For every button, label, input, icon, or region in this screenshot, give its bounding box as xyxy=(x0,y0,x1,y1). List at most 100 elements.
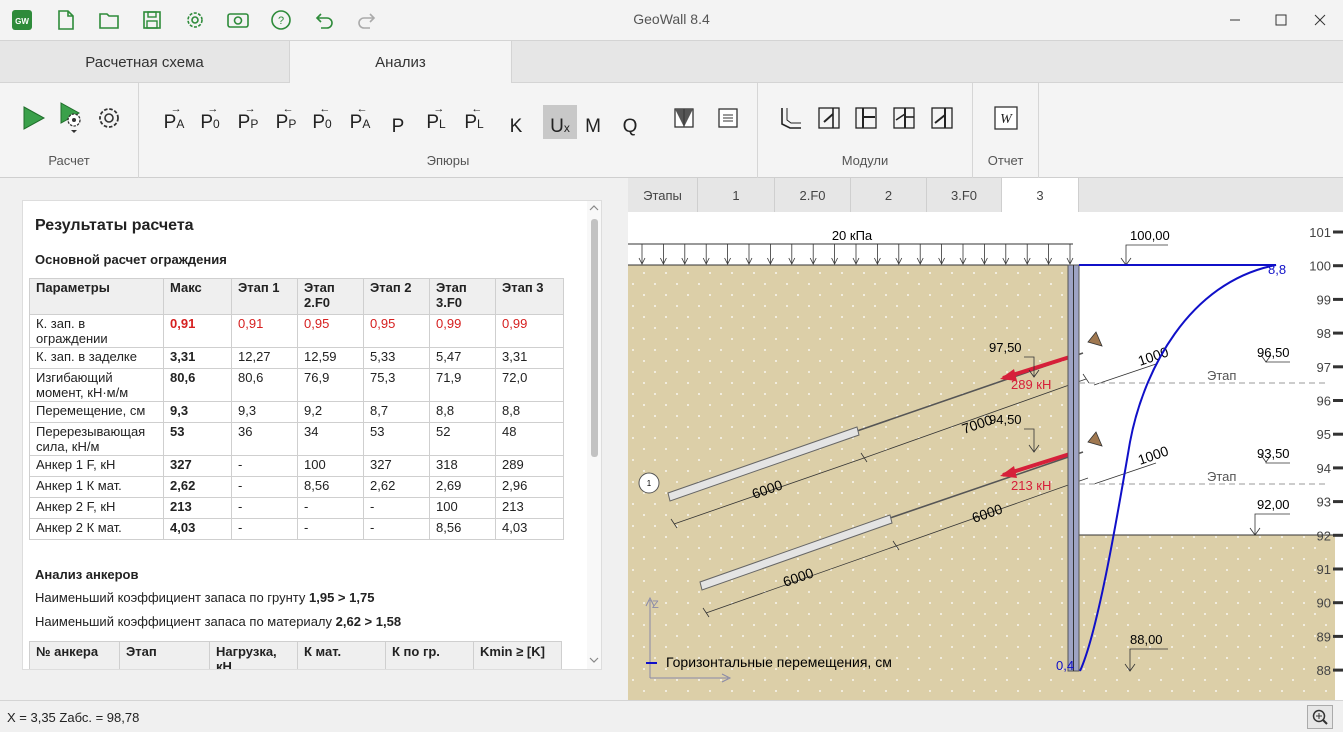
row-value: 72,0 xyxy=(495,368,564,402)
diagram-button-8[interactable]: → PL xyxy=(419,101,453,135)
drawing-panel: Этапы 1 2.F0 2 3.F0 3 20 кПа 1000 7000 6… xyxy=(628,178,1343,700)
diagram-button-5[interactable]: ← P0 xyxy=(305,101,339,135)
module-4-icon[interactable] xyxy=(887,101,921,135)
diagram-letter: P xyxy=(200,112,213,133)
module-1-icon[interactable] xyxy=(774,101,808,135)
module-5-icon[interactable] xyxy=(925,101,959,135)
ribbon-group-calc: Расчет xyxy=(0,83,139,178)
app-logo-icon: GW xyxy=(10,8,34,32)
diagram-subscript: 0 xyxy=(325,117,332,131)
diagram-list-icon[interactable] xyxy=(711,101,745,135)
tab-stage-1[interactable]: 1 xyxy=(698,178,775,212)
row-value: 4,03 xyxy=(163,518,232,540)
row-value: 0,99 xyxy=(495,314,564,348)
camera-icon[interactable] xyxy=(226,8,250,32)
row-parameter: Перерезывающая сила, кН/м xyxy=(29,422,164,456)
diagram-subscript: 0 xyxy=(213,117,220,131)
diagram-button-3[interactable]: → PP xyxy=(231,101,265,135)
diagram-subscript: A xyxy=(176,117,185,131)
module-2-icon[interactable] xyxy=(812,101,846,135)
diagram-layer-icon[interactable] xyxy=(667,101,701,135)
scale-label: 97 xyxy=(1317,360,1331,375)
diagram-button-glyph: ← P0 xyxy=(312,104,332,133)
diagram-button-12[interactable]: M xyxy=(576,105,610,139)
zoom-icon[interactable] xyxy=(1307,705,1333,729)
redo-icon[interactable] xyxy=(355,8,379,32)
row-value: 2,62 xyxy=(163,476,232,498)
minimize-icon[interactable] xyxy=(1212,0,1258,40)
row-parameter: К. зап. в ограждении xyxy=(29,314,164,348)
diagram-button-1[interactable]: → PA xyxy=(157,101,191,135)
help-icon[interactable]: ? xyxy=(269,8,293,32)
run-icon[interactable] xyxy=(16,101,50,135)
row-value: 0,99 xyxy=(429,314,496,348)
settings-icon[interactable] xyxy=(183,8,207,32)
word-report-icon[interactable]: W xyxy=(989,101,1023,135)
diagram-button-glyph: ← PL xyxy=(464,104,483,133)
report-scrollbar[interactable] xyxy=(587,201,601,669)
row-value: 5,47 xyxy=(429,347,496,369)
diagram-button-glyph: → P0 xyxy=(200,104,220,133)
tab-stage-2f0[interactable]: 2.F0 xyxy=(775,178,851,212)
scroll-down-icon[interactable] xyxy=(587,653,601,667)
diagram-button-11[interactable]: Ux xyxy=(543,105,577,139)
row-value: 0,95 xyxy=(297,314,364,348)
scrollbar-thumb[interactable] xyxy=(591,219,598,457)
material-factor-label: Наименьший коэффициент запаса по материа… xyxy=(35,614,336,629)
scale-label: 96 xyxy=(1317,394,1331,409)
run-with-options-icon[interactable] xyxy=(55,101,89,135)
ribbon-group-report: W Отчет xyxy=(973,83,1039,178)
diagram-button-6[interactable]: ← PA xyxy=(343,101,377,135)
row-value: 327 xyxy=(163,455,232,477)
module-3-icon[interactable] xyxy=(849,101,883,135)
row-value: 76,9 xyxy=(297,368,364,402)
results-report: Результаты расчета Основной расчет ограж… xyxy=(22,200,602,670)
row-value: 3,31 xyxy=(495,347,564,369)
diagram-letter: P xyxy=(275,112,289,133)
row-value: 4,03 xyxy=(495,518,564,540)
tab-analysis[interactable]: Анализ xyxy=(290,41,512,84)
diagram-button-13[interactable]: Q xyxy=(613,105,647,139)
diagram-button-10[interactable]: K xyxy=(499,105,533,139)
disp-top-value: 8,8 xyxy=(1268,262,1286,277)
level-label: 100,00 xyxy=(1130,228,1170,243)
diagram-button-7[interactable]: P xyxy=(381,105,415,139)
close-icon[interactable] xyxy=(1297,0,1343,40)
row-value: - xyxy=(363,518,430,540)
diagram-button-letter: Q xyxy=(623,117,638,136)
scale-label: 93 xyxy=(1317,495,1331,510)
row-value: 3,31 xyxy=(163,347,232,369)
diagram-letter: P xyxy=(163,112,177,133)
row-value: 34 xyxy=(297,422,364,456)
level-label: 93,50 xyxy=(1257,446,1290,461)
tab-stage-3[interactable]: 3 xyxy=(1002,178,1079,213)
save-icon[interactable] xyxy=(140,8,164,32)
diagram-button-2[interactable]: → P0 xyxy=(193,101,227,135)
results-header-cell: Этап 3.F0 xyxy=(429,278,496,315)
scroll-up-icon[interactable] xyxy=(587,201,601,215)
results-header-cell: Параметры xyxy=(29,278,164,315)
diagram-button-4[interactable]: ← PP xyxy=(269,101,303,135)
diagram-button-letter: PP xyxy=(238,113,259,132)
diagram-letter: K xyxy=(509,116,523,137)
svg-text:GW: GW xyxy=(15,17,29,26)
new-file-icon[interactable] xyxy=(54,8,78,32)
row-value: - xyxy=(297,497,364,519)
section-anchor-analysis: Анализ анкеров xyxy=(35,567,139,582)
undo-icon[interactable] xyxy=(312,8,336,32)
calc-settings-icon[interactable] xyxy=(92,101,126,135)
table-row: Анкер 2 F, кН 213- - -100 213 xyxy=(29,497,564,519)
diagram-subscript: L xyxy=(439,117,446,131)
tab-stage-3f0[interactable]: 3.F0 xyxy=(927,178,1002,212)
open-folder-icon[interactable] xyxy=(97,8,121,32)
scale-label: 91 xyxy=(1317,562,1331,577)
diagram-button-9[interactable]: ← PL xyxy=(457,101,491,135)
tab-design-scheme[interactable]: Расчетная схема xyxy=(0,41,290,83)
tab-stage-2[interactable]: 2 xyxy=(851,178,927,212)
row-value: 36 xyxy=(231,422,298,456)
retaining-wall-drawing[interactable]: 20 кПа 1000 7000 6000 1000 6000 6000 289… xyxy=(628,212,1343,700)
diagram-button-letter: Ux xyxy=(550,117,570,136)
row-value: 8,7 xyxy=(363,401,430,423)
soil-factor-line: Наименьший коэффициент запаса по грунту … xyxy=(35,590,374,605)
row-value: 75,3 xyxy=(363,368,430,402)
